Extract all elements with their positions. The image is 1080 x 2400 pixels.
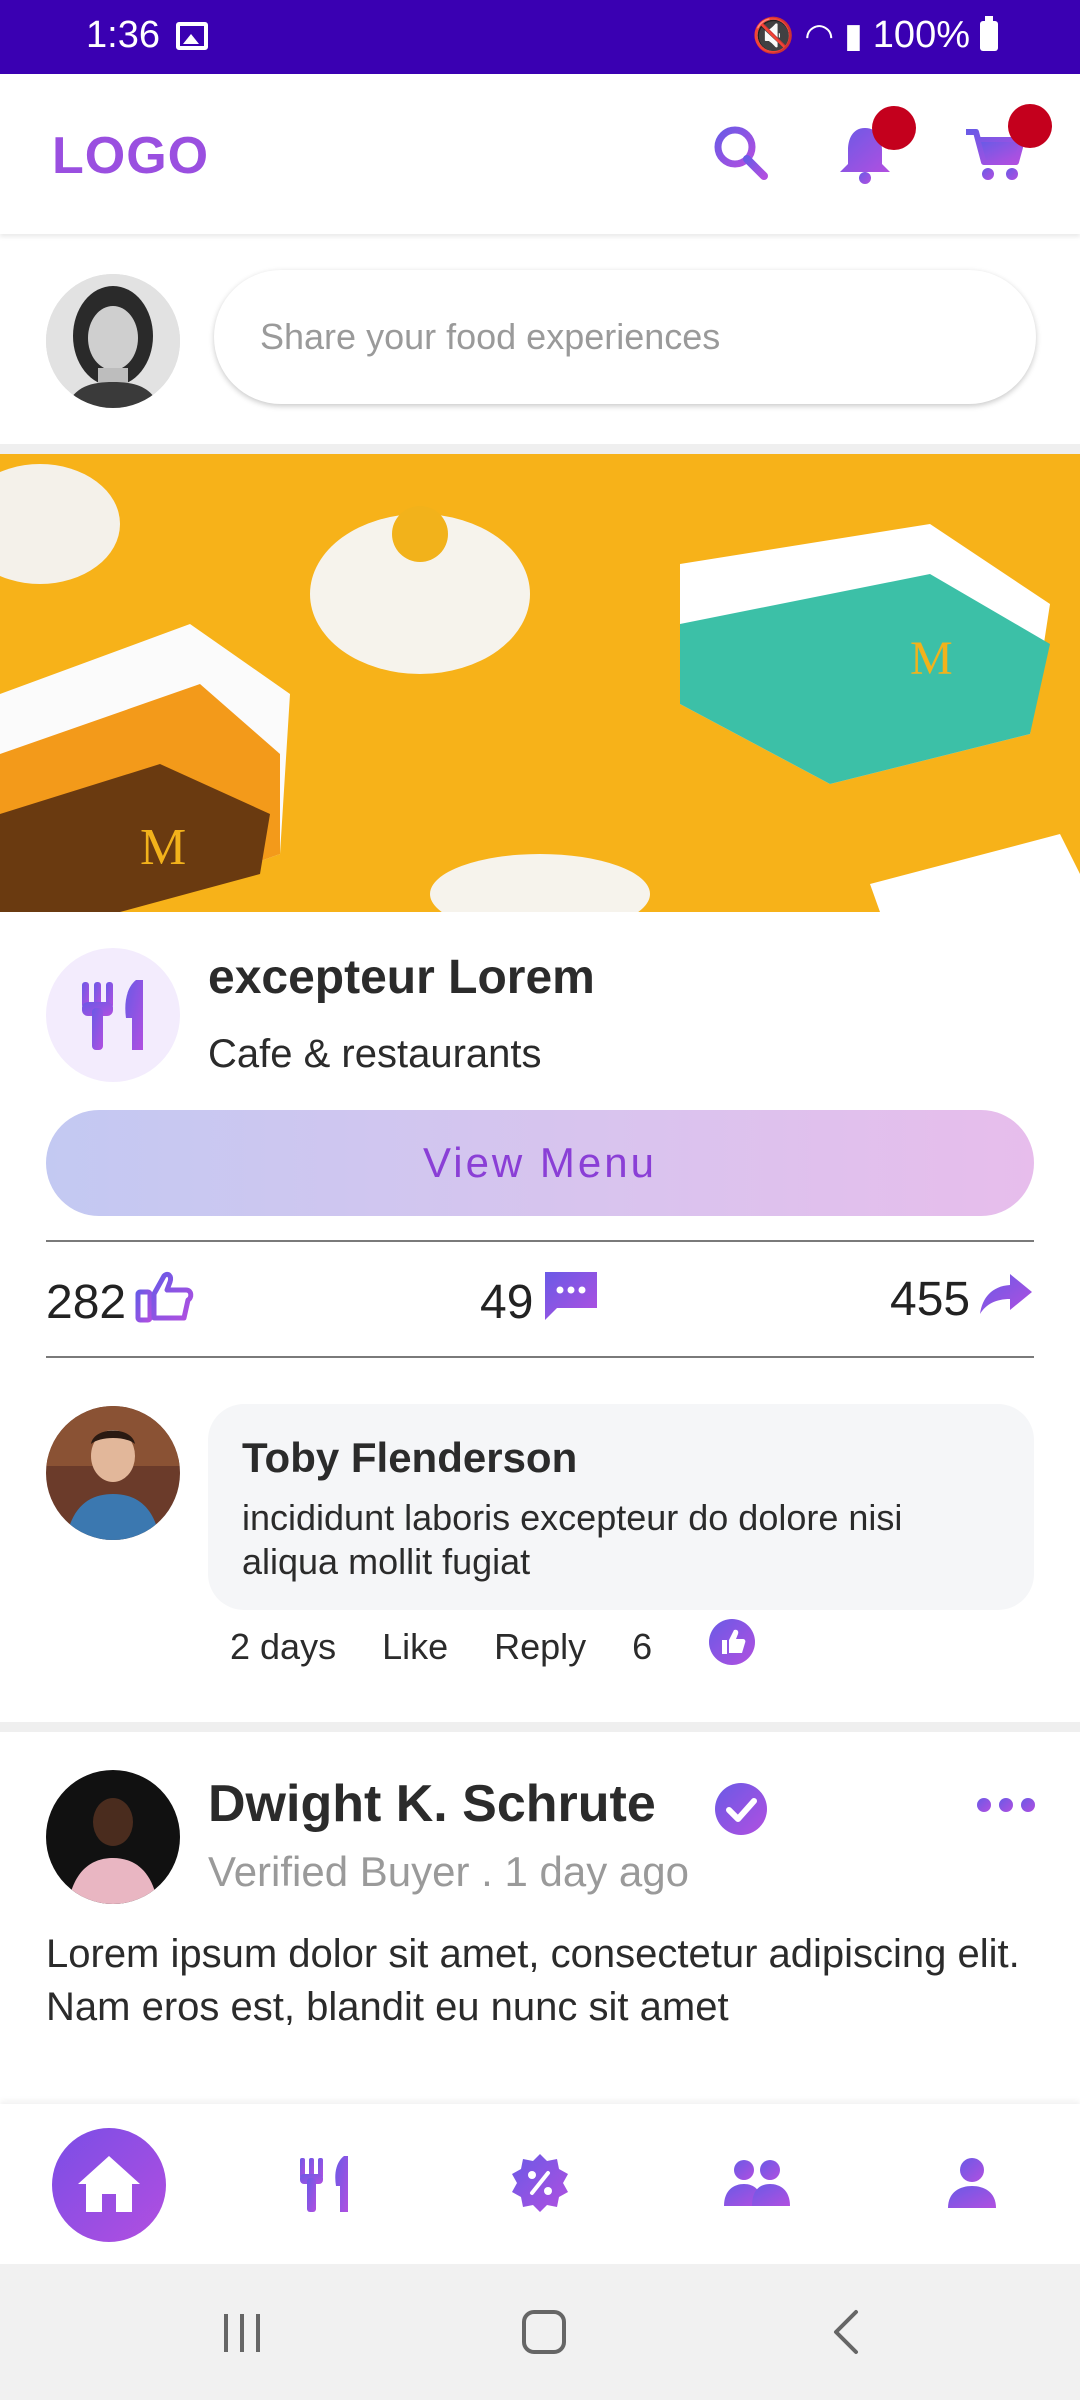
battery-percent: 100% <box>872 14 970 56</box>
person-icon <box>948 2158 996 2208</box>
restaurant-name[interactable]: excepteur Lorem <box>208 950 595 1005</box>
comment-icon <box>541 1268 601 1336</box>
logo[interactable]: LOGO <box>52 126 209 186</box>
status-bar: 1:36 🔇 ◠ ▮ 100% <box>0 0 1080 74</box>
back-chevron-icon <box>834 2310 858 2354</box>
commenter-avatar[interactable] <box>46 1406 180 1540</box>
comment-time: 2 days <box>230 1625 337 1667</box>
comment-reply-button[interactable]: Reply <box>494 1626 586 1668</box>
restaurant-banner-image[interactable]: M M <box>0 454 1080 912</box>
svg-text:M: M <box>910 632 953 685</box>
wifi-icon: ◠ <box>804 16 835 55</box>
svg-text:M: M <box>140 819 186 876</box>
post-subtitle: Verified Buyer . 1 day ago <box>208 1848 689 1895</box>
post-author-avatar[interactable] <box>46 1770 180 1904</box>
more-icon[interactable] <box>976 1792 1036 1818</box>
shares-count: 455 <box>890 1272 971 1326</box>
app-header: LOGO <box>0 74 1080 234</box>
post-author-name[interactable]: Dwight K. Schrute <box>208 1774 656 1834</box>
thumbs-up-icon <box>134 1268 196 1336</box>
post-composer: Share your food experiences <box>0 234 1080 444</box>
restaurant-category: Cafe & restaurants <box>208 1032 542 1076</box>
section-divider <box>0 444 1080 454</box>
view-menu-button[interactable]: View Menu <box>46 1110 1034 1216</box>
mute-icon: 🔇 <box>752 16 795 55</box>
divider <box>46 1356 1034 1358</box>
likes-stat[interactable]: 282 <box>46 1268 196 1336</box>
comment-bubble: Toby Flenderson incididunt laboris excep… <box>208 1404 1034 1610</box>
share-icon <box>978 1268 1034 1330</box>
back-button[interactable] <box>806 2292 886 2372</box>
group-icon <box>724 2160 790 2206</box>
search-icon[interactable] <box>706 118 776 188</box>
notification-badge <box>872 106 916 150</box>
discount-icon <box>512 2154 568 2212</box>
battery-icon <box>980 15 998 51</box>
cart-badge <box>1008 104 1052 148</box>
nav-community[interactable] <box>716 2144 796 2224</box>
post-body: Lorem ipsum dolor sit amet, consectetur … <box>46 1932 1020 2029</box>
nav-profile[interactable] <box>932 2144 1012 2224</box>
nav-home[interactable] <box>52 2128 166 2242</box>
comment-text: incididunt laboris excepteur do dolore n… <box>242 1497 903 1582</box>
likes-count: 282 <box>46 1275 127 1329</box>
gallery-notification-icon <box>176 22 208 50</box>
home-button[interactable] <box>504 2292 584 2372</box>
status-time: 1:36 <box>86 14 160 56</box>
nav-restaurants[interactable] <box>284 2144 364 2224</box>
cutlery-icon <box>46 948 180 1082</box>
comment-like-number: 6 <box>632 1625 653 1667</box>
system-navigation-bar <box>0 2264 1080 2400</box>
verified-icon <box>714 1782 768 1836</box>
thumbs-up-icon <box>708 1618 756 1675</box>
comments-stat[interactable]: 49 <box>480 1268 601 1336</box>
bottom-navigation <box>0 2104 1080 2264</box>
share-experience-input[interactable]: Share your food experiences <box>214 270 1036 404</box>
comment-like-count: 6 <box>632 1618 802 1675</box>
recent-apps-button[interactable] <box>202 2292 282 2372</box>
recents-icon <box>224 2314 260 2352</box>
nav-offers[interactable] <box>500 2144 580 2224</box>
user-avatar[interactable] <box>46 274 180 408</box>
section-divider <box>0 1722 1080 1732</box>
home-icon <box>78 2156 140 2212</box>
status-icons: 🔇 ◠ ▮ 100% <box>752 14 998 57</box>
divider <box>46 1240 1034 1242</box>
comment-author[interactable]: Toby Flenderson <box>242 1434 577 1482</box>
signal-icon: ▮ <box>844 16 863 55</box>
home-square-icon <box>522 2310 566 2354</box>
cutlery-icon <box>300 2156 348 2212</box>
comments-count: 49 <box>480 1275 534 1329</box>
comment-actions: 2 days Like Reply 6 <box>230 1618 802 1675</box>
shares-stat[interactable]: 455 <box>890 1268 1034 1330</box>
comment-like-button[interactable]: Like <box>382 1626 448 1668</box>
